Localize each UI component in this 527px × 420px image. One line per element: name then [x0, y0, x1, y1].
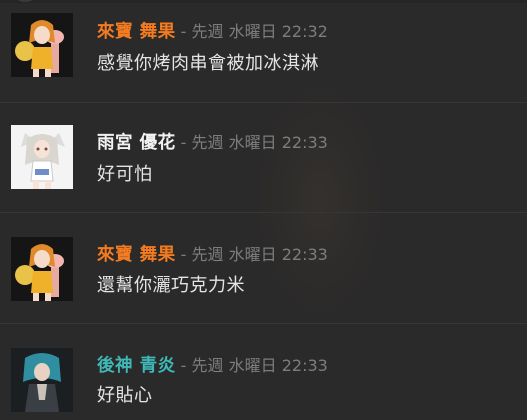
message-text: 好可怕 — [97, 164, 153, 185]
message-divider — [0, 212, 527, 213]
author-name[interactable]: 雨宮 優花 — [97, 133, 176, 153]
message-header: 雨宮 優花 - 先週 水曜日 22:33 — [97, 131, 328, 155]
white-hair-character-avatar-icon[interactable] — [11, 125, 73, 189]
message-divider — [0, 323, 527, 324]
message-timestamp: - 先週 水曜日 22:32 — [175, 22, 328, 41]
message-text: 還幫你灑巧克力米 — [97, 275, 245, 296]
message-text: 好貼心 — [97, 385, 153, 406]
teal-hair-character-avatar-icon[interactable] — [11, 348, 73, 412]
message-text: 感覺你烤肉串會被加冰淇淋 — [97, 53, 319, 74]
message-timestamp: - 先週 水曜日 22:33 — [175, 356, 328, 375]
message-header: 來寶 舞果 - 先週 水曜日 22:32 — [97, 20, 328, 44]
orange-hair-character-avatar-icon[interactable] — [11, 237, 73, 301]
background-glow — [230, 40, 410, 360]
message-divider — [0, 102, 527, 103]
message-header: 後神 青炎 - 先週 水曜日 22:33 — [97, 354, 328, 378]
author-name[interactable]: 來寶 舞果 — [97, 245, 176, 265]
author-name[interactable]: 後神 青炎 — [97, 356, 176, 376]
chat-message-list: 來寶 舞果 - 先週 水曜日 22:32 感覺你烤肉串會被加冰淇淋 雨宮 優花 … — [0, 0, 527, 420]
top-edge — [0, 0, 527, 3]
message-timestamp: - 先週 水曜日 22:33 — [175, 245, 328, 264]
author-name[interactable]: 來寶 舞果 — [97, 22, 176, 42]
orange-hair-character-avatar-icon[interactable] — [11, 13, 73, 77]
message-timestamp: - 先週 水曜日 22:33 — [175, 133, 328, 152]
message-header: 來寶 舞果 - 先週 水曜日 22:33 — [97, 243, 328, 267]
